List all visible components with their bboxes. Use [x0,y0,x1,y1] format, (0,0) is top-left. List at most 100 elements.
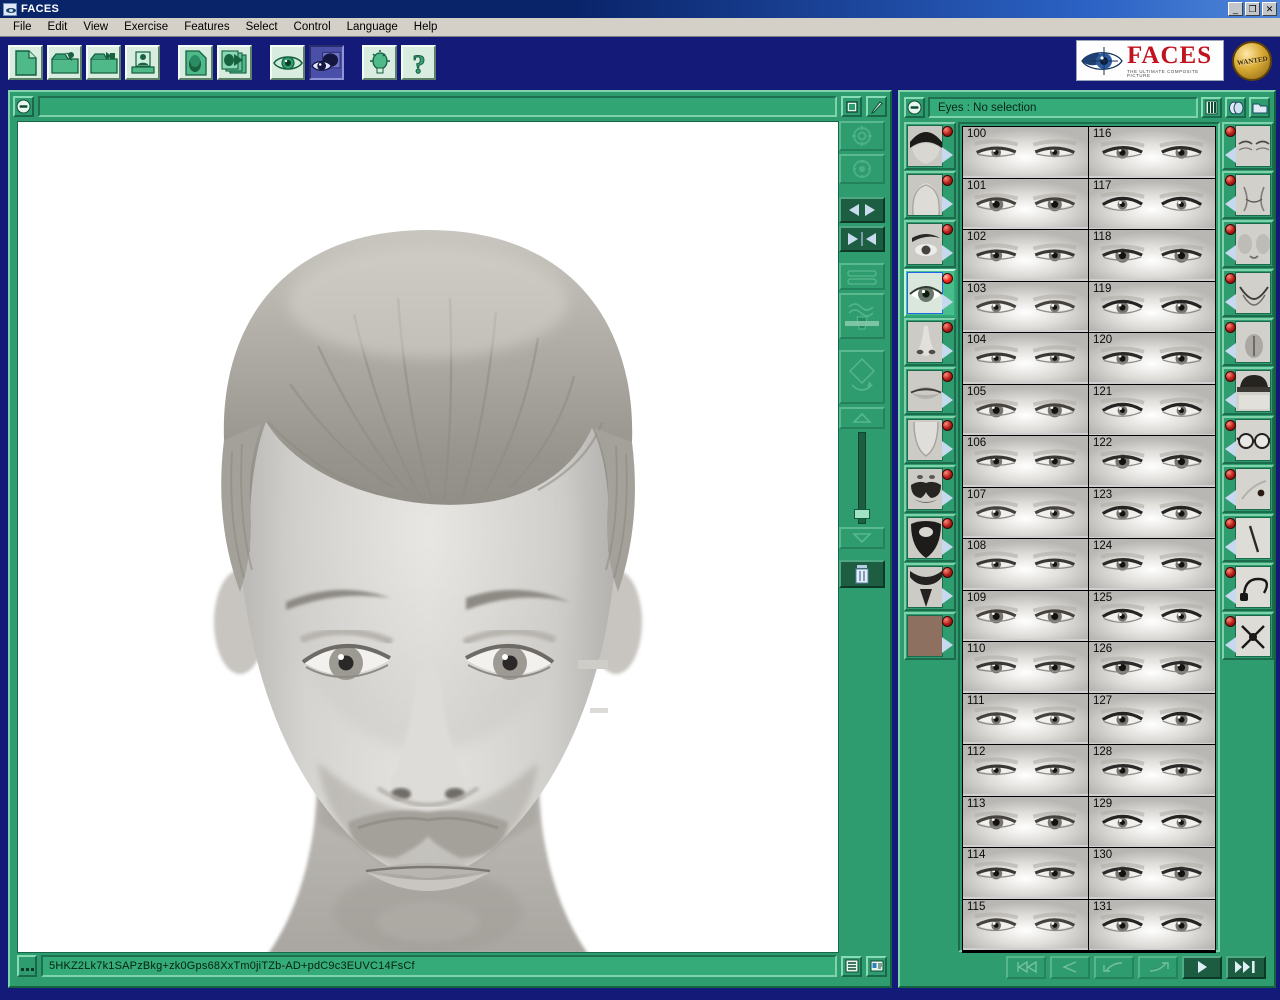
feature-beard-arrow[interactable] [942,539,953,555]
minimize-button[interactable]: _ [1228,2,1243,16]
eye-thumbnail-106[interactable]: 106 [963,436,1089,488]
menu-item-view[interactable]: View [75,19,116,35]
eye-thumbnail-124[interactable]: 124 [1089,539,1215,591]
eye-thumbnail-105[interactable]: 105 [963,384,1089,436]
eye-thumbnail-114[interactable]: 114 [963,848,1089,900]
help-question-icon[interactable]: ? [401,45,436,80]
eye-thumbnail-127[interactable]: 127 [1089,693,1215,745]
eye-thumbnail-108[interactable]: 108 [963,539,1089,591]
zoom-in-tool[interactable] [839,121,885,151]
previous-group-button[interactable] [1094,955,1134,979]
eye-thumbnail-121[interactable]: 121 [1089,384,1215,436]
eye-thumbnail-100[interactable]: 100 [963,127,1089,179]
feature-hair-arrow[interactable] [942,147,953,163]
feature-chin-detail[interactable] [1222,318,1274,366]
feature-eyes-arrow[interactable] [942,294,953,310]
eye-thumbnail-107[interactable]: 107 [963,487,1089,539]
feature-glasses-arrow[interactable] [1225,441,1236,457]
scroll-up-button[interactable] [839,407,885,429]
eye-thumbnail-126[interactable]: 126 [1089,642,1215,694]
feature-nose[interactable] [904,318,956,366]
feature-mouth-arrow[interactable] [942,392,953,408]
eye-thumbnail-128[interactable]: 128 [1089,745,1215,797]
eye-thumbnail-109[interactable]: 109 [963,590,1089,642]
new-face-document-icon[interactable] [178,45,213,80]
status-menu-icon[interactable] [17,955,37,977]
feature-tattoo[interactable] [1222,612,1274,660]
film-strip-icon[interactable] [1201,97,1222,118]
feature-scar[interactable] [1222,514,1274,562]
next-page-button[interactable] [1182,955,1222,979]
feature-mouth-wrinkles[interactable] [1222,171,1274,219]
feature-cheeks-arrow[interactable] [1225,245,1236,261]
window-view-icon[interactable] [841,96,862,117]
feature-mustache[interactable] [904,465,956,513]
menu-item-language[interactable]: Language [339,19,406,35]
menu-item-select[interactable]: Select [238,19,286,35]
minimize-icon[interactable] [904,97,925,118]
eye-thumbnail-111[interactable]: 111 [963,693,1089,745]
menu-item-exercise[interactable]: Exercise [116,19,176,35]
first-page-button[interactable] [1006,955,1046,979]
mirror-flip-tool[interactable] [839,226,885,252]
eye-thumbnail-130[interactable]: 130 [1089,848,1215,900]
feature-skin-tone[interactable] [904,612,956,660]
feature-goatee[interactable] [904,563,956,611]
scroll-down-button[interactable] [839,527,885,549]
feature-hair[interactable] [904,122,956,170]
eye-thumbnail-119[interactable]: 119 [1089,281,1215,333]
eye-thumbnail-110[interactable]: 110 [963,642,1089,694]
feature-beard[interactable] [904,514,956,562]
feature-mole[interactable] [1222,465,1274,513]
eye-thumbnail-116[interactable]: 116 [1089,127,1215,179]
feature-nose-arrow[interactable] [942,343,953,359]
feature-eye-wrinkles-arrow[interactable] [1225,147,1236,163]
opacity-slider-thumb[interactable] [854,509,870,519]
feature-head-shape-arrow[interactable] [942,196,953,212]
feature-mouth[interactable] [904,367,956,415]
id-card-icon[interactable] [866,955,887,977]
last-page-button[interactable] [1226,955,1266,979]
menu-item-features[interactable]: Features [176,19,237,35]
eye-thumbnail-120[interactable]: 120 [1089,333,1215,385]
menu-item-control[interactable]: Control [286,19,339,35]
previous-page-button[interactable] [1050,955,1090,979]
delete-trash-tool[interactable] [839,560,885,588]
eye-thumbnail-125[interactable]: 125 [1089,590,1215,642]
eye-thumbnail-103[interactable]: 103 [963,281,1089,333]
list-view-icon[interactable] [841,955,862,977]
feature-chin-arrow[interactable] [942,441,953,457]
export-portrait-icon[interactable] [125,45,160,80]
pen-edit-icon[interactable] [866,96,887,117]
zoom-out-tool[interactable] [839,154,885,184]
move-left-right-tool[interactable] [839,197,885,223]
eye-thumbnail-115[interactable]: 115 [963,899,1089,951]
feature-tattoo-arrow[interactable] [1225,637,1236,653]
eye-thumbnail-131[interactable]: 131 [1089,899,1215,951]
feature-mustache-arrow[interactable] [942,490,953,506]
opacity-slider-rail[interactable] [854,432,870,524]
feature-skin-tone-arrow[interactable] [942,637,953,653]
feature-mouth-wrinkles-arrow[interactable] [1225,196,1236,212]
open-folder-icon[interactable] [1249,97,1270,118]
eye-thumbnail-102[interactable]: 102 [963,230,1089,282]
feature-scar-arrow[interactable] [1225,539,1236,555]
composite-code-field[interactable]: 5HKZ2Lk7k1SAPzBkg+zk0Gps68XxTm0jiTZb-AD+… [41,955,837,977]
eye-thumbnail-101[interactable]: 101 [963,178,1089,230]
new-document-icon[interactable] [8,45,43,80]
feature-hat-arrow[interactable] [1225,392,1236,408]
feature-eye-wrinkles[interactable] [1222,122,1274,170]
eye-thumbnail-104[interactable]: 104 [963,333,1089,385]
menu-item-file[interactable]: File [5,19,40,35]
eye-thumbnail-122[interactable]: 122 [1089,436,1215,488]
feature-goatee-arrow[interactable] [942,588,953,604]
eye-thumbnail-113[interactable]: 113 [963,796,1089,848]
eye-thumbnail-129[interactable]: 129 [1089,796,1215,848]
opacity-slider[interactable] [839,432,885,524]
feature-hat[interactable] [1222,367,1274,415]
lightbulb-hint-icon[interactable] [362,45,397,80]
faces-group-icon[interactable] [1225,97,1246,118]
feature-mole-arrow[interactable] [1225,490,1236,506]
open-folder-icon[interactable] [47,45,82,80]
feature-eyebrows[interactable] [904,220,956,268]
